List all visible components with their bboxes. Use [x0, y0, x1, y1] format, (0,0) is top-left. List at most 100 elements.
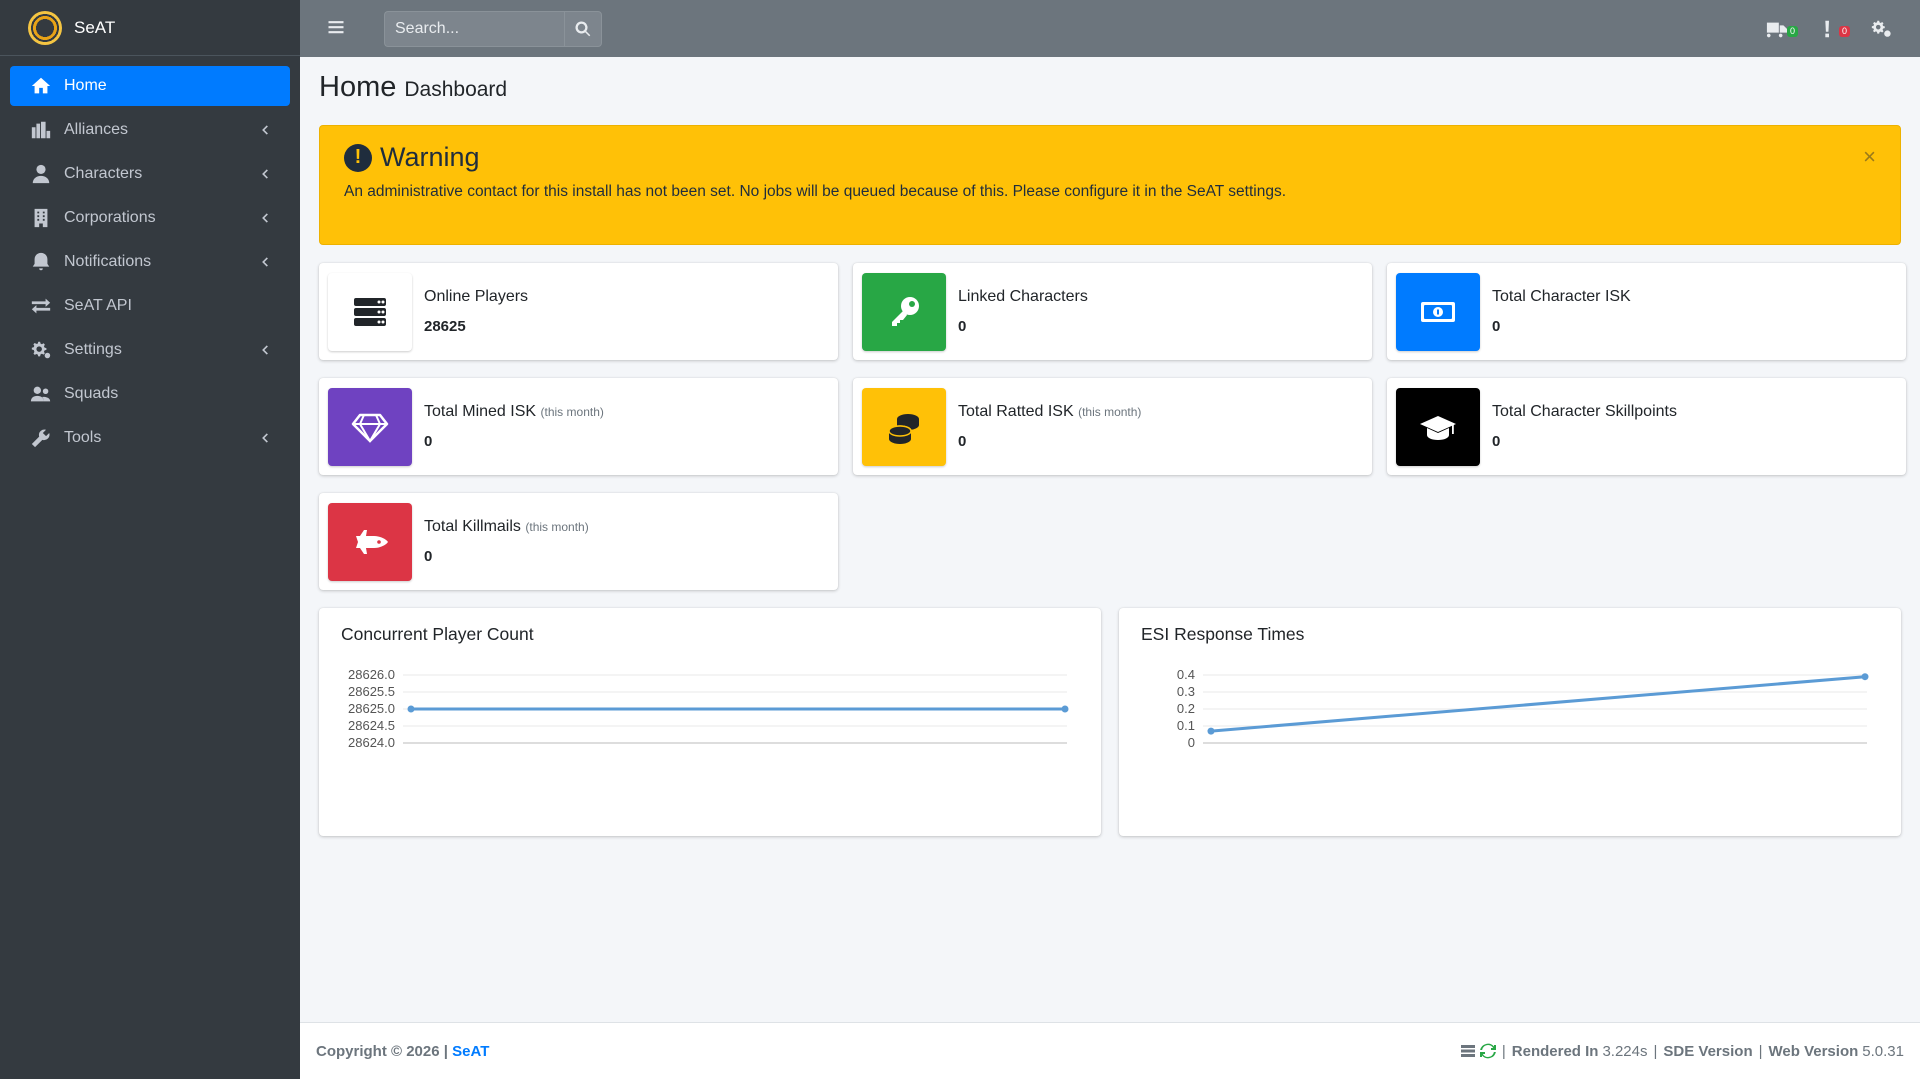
sidebar-item-settings[interactable]: Settings	[10, 330, 290, 370]
info-box-suffix: (this month)	[1078, 405, 1142, 419]
series-line	[1210, 675, 1866, 733]
truck-icon	[1766, 22, 1788, 37]
info-box-label: Total Ratted ISK (this month)	[958, 403, 1142, 420]
web-version-value: 5.0.31	[1862, 1042, 1904, 1060]
info-box-suffix: (this month)	[540, 405, 604, 419]
sde-version-label: SDE Version	[1663, 1042, 1753, 1060]
sidebar-item-label: Characters	[64, 165, 143, 182]
sync-icon	[1479, 1043, 1496, 1059]
data-point[interactable]	[1061, 705, 1069, 713]
search-button[interactable]	[564, 10, 602, 47]
y-tick-label: 0.4	[1177, 667, 1195, 682]
sidebar-item-characters[interactable]: Characters	[10, 154, 290, 194]
y-tick-label: 0.3	[1177, 684, 1195, 699]
exclamation-icon	[1825, 20, 1829, 37]
cogs-icon	[1871, 20, 1891, 37]
warning-alert: ! Warning An administrative contact for …	[319, 125, 1901, 245]
gem-icon	[328, 387, 412, 466]
chevron-left-icon	[258, 255, 272, 269]
exchange-icon	[28, 295, 54, 317]
info-box-label: Online Players	[424, 288, 529, 305]
alliance-icon	[28, 119, 54, 141]
info-box-online-players: Online Players 28625	[319, 263, 838, 360]
sidebar-nav: Home Alliances Characters Corporations N…	[0, 56, 300, 472]
search-input[interactable]	[384, 10, 564, 47]
data-point[interactable]	[1207, 727, 1215, 735]
page-subtitle: Dashboard	[404, 78, 508, 101]
coins-icon	[862, 387, 946, 466]
sidebar-item-label: Squads	[64, 385, 119, 402]
bell-icon	[28, 251, 54, 273]
server-icon	[328, 272, 412, 351]
alert-close-button[interactable]: ×	[1863, 144, 1876, 170]
y-tick-label: 28624.5	[348, 718, 395, 733]
queue-badge: 0	[1786, 25, 1798, 37]
info-box-label: Total Mined ISK (this month)	[424, 403, 604, 420]
sidebar-item-notifications[interactable]: Notifications	[10, 242, 290, 282]
web-version-label: Web Version	[1768, 1042, 1859, 1060]
info-box-linked-characters: Linked Characters 0	[853, 263, 1372, 360]
info-box-number: 0	[1492, 433, 1501, 450]
sidebar-item-seat-api[interactable]: SeAT API	[10, 286, 290, 326]
info-box-label: Linked Characters	[958, 288, 1088, 305]
y-tick-label: 0.1	[1177, 718, 1195, 733]
data-point[interactable]	[1861, 673, 1869, 681]
home-icon	[28, 75, 54, 97]
info-box-total-character-skillpoints: Total Character Skillpoints 0	[1387, 378, 1906, 475]
footer-left: Copyright © 2026 | SeAT	[316, 1043, 489, 1060]
topbar-right: 0 0	[1766, 0, 1892, 57]
sidebar-item-home[interactable]: Home	[10, 66, 290, 106]
graduation-cap-icon	[1396, 387, 1480, 466]
user-icon	[28, 163, 54, 185]
info-box-total-killmails: Total Killmails (this month) 0	[319, 493, 838, 590]
building-icon	[28, 207, 54, 229]
sidebar-item-alliances[interactable]: Alliances	[10, 110, 290, 150]
page-title: Home	[319, 71, 397, 103]
errors-button[interactable]: 0	[1818, 19, 1850, 39]
error-badge: 0	[1838, 25, 1850, 37]
alert-title: Warning	[380, 142, 480, 172]
footer: Copyright © 2026 | SeAT | Rendered In 3.…	[300, 1022, 1920, 1079]
wrench-icon	[28, 427, 54, 449]
search-icon	[575, 20, 591, 36]
chevron-left-icon	[258, 167, 272, 181]
rendered-value: 3.224s	[1602, 1042, 1648, 1060]
charts-row: Concurrent Player Count 28626.0 28625.5 28…	[319, 608, 1901, 836]
esi-response-times-card: ESI Response Times 0.4 0.3 0.2 0.1 0	[1119, 608, 1901, 836]
concurrent-player-chart: 28626.0 28625.5 28625.0 28624.5 28624.0	[348, 667, 1069, 750]
key-icon	[862, 272, 946, 351]
chevron-left-icon	[258, 431, 272, 445]
info-box-number: 28625	[424, 318, 466, 335]
sidebar-item-corporations[interactable]: Corporations	[10, 198, 290, 238]
info-box-number: 0	[958, 318, 967, 335]
info-box-total-mined-isk: Total Mined ISK (this month) 0	[319, 378, 838, 475]
brand-link[interactable]: SeAT	[0, 0, 300, 56]
info-box-number: 0	[1492, 318, 1501, 335]
chevron-left-icon	[258, 123, 272, 137]
sidebar-item-label: Tools	[64, 429, 102, 446]
money-bill-icon	[1396, 272, 1480, 351]
data-point[interactable]	[407, 705, 415, 713]
info-box-label: Total Killmails (this month)	[424, 518, 589, 535]
settings-button[interactable]	[1870, 19, 1892, 39]
queue-status-button[interactable]: 0	[1766, 19, 1798, 39]
brand-name: SeAT	[74, 17, 116, 37]
sidebar-item-label: Settings	[64, 341, 122, 358]
footer-right: | Rendered In 3.224s | SDE Version | Web…	[1460, 1043, 1904, 1060]
chart-title: ESI Response Times	[1141, 624, 1305, 644]
y-tick-label: 28625.5	[348, 684, 395, 699]
seat-link[interactable]: SeAT	[452, 1043, 489, 1060]
sidebar-item-tools[interactable]: Tools	[10, 418, 290, 458]
page-header: Home Dashboard	[319, 57, 1901, 125]
info-box-number: 0	[424, 548, 433, 565]
info-box-total-character-isk: Total Character ISK 0	[1387, 263, 1906, 360]
chart-title: Concurrent Player Count	[341, 624, 534, 644]
info-box-number: 0	[424, 433, 433, 450]
info-box-label: Total Character ISK	[1492, 288, 1631, 305]
main-content: Home Dashboard ! Warning An administrati…	[300, 57, 1920, 1022]
sidebar-item-squads[interactable]: Squads	[10, 374, 290, 414]
sidebar-item-label: Corporations	[64, 209, 156, 226]
y-tick-label: 0	[1188, 735, 1195, 750]
hamburger-menu-icon[interactable]	[326, 17, 350, 41]
rendered-label: Rendered In	[1511, 1042, 1599, 1060]
